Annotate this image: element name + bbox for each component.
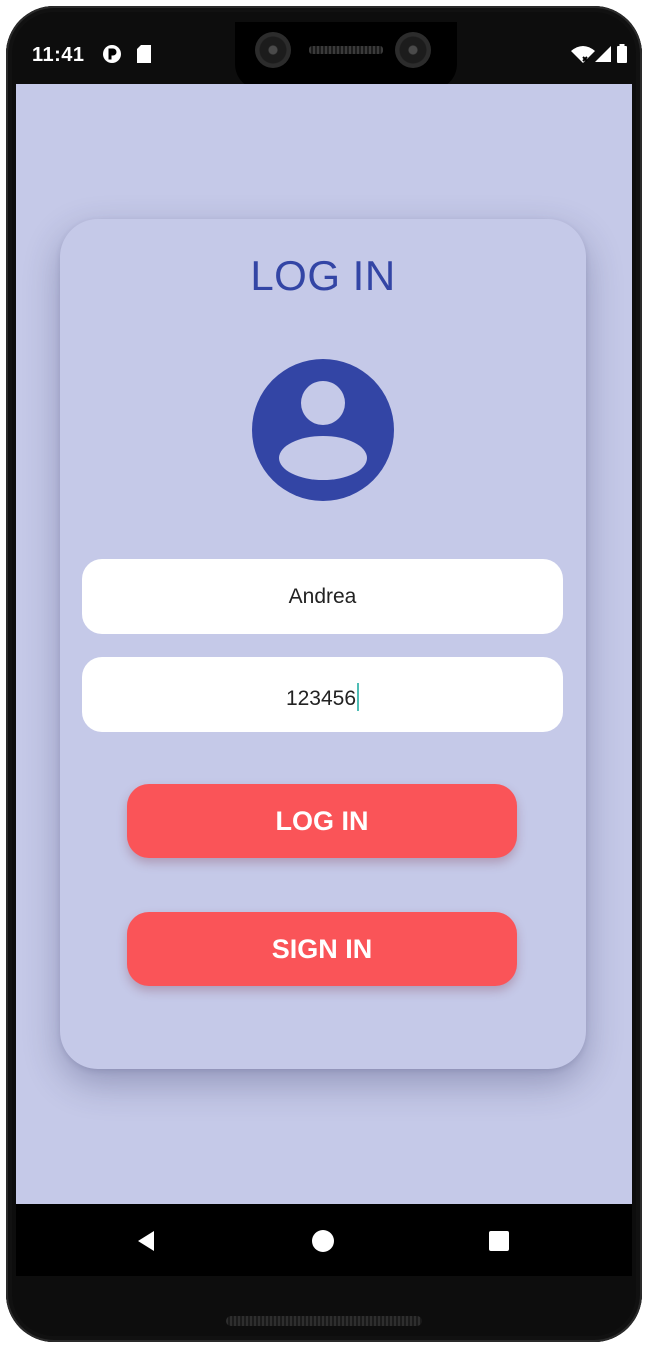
- text-cursor: [357, 683, 360, 711]
- navigation-bar: [16, 1204, 632, 1276]
- back-icon[interactable]: [132, 1226, 162, 1256]
- bottom-speaker-grille: [226, 1316, 422, 1326]
- app-notification-icon: [103, 45, 121, 63]
- earpiece-speaker: [309, 46, 383, 54]
- wifi-no-internet-icon: [571, 46, 595, 63]
- front-camera: [255, 32, 291, 68]
- signin-button[interactable]: SIGN IN: [127, 912, 517, 986]
- login-button[interactable]: LOG IN: [127, 784, 517, 858]
- login-card: LOG IN Andrea 123456 LOG IN SIGN IN: [60, 219, 586, 1069]
- password-value-wrap: 123456: [82, 683, 563, 711]
- username-field[interactable]: Andrea: [82, 559, 563, 634]
- username-value: Andrea: [288, 585, 357, 608]
- camera-notch: [235, 22, 457, 90]
- home-icon[interactable]: [308, 1226, 338, 1256]
- status-time: 11:41: [32, 44, 85, 66]
- status-bar: 11:41: [22, 22, 638, 90]
- app-screen: LOG IN Andrea 123456 LOG IN SIGN IN: [16, 84, 632, 1204]
- front-sensor: [395, 32, 431, 68]
- battery-icon: [617, 44, 627, 63]
- account-circle-icon: [252, 359, 394, 501]
- password-field[interactable]: 123456: [82, 657, 563, 732]
- phone-frame: 11:41 LOG IN Andrea 123456 LOG IN SIGN I…: [6, 6, 642, 1342]
- password-value: 123456: [285, 687, 357, 710]
- login-title: LOG IN: [250, 252, 396, 299]
- sd-card-icon: [137, 45, 151, 63]
- cell-signal-icon: [595, 46, 611, 62]
- recents-icon[interactable]: [484, 1226, 514, 1256]
